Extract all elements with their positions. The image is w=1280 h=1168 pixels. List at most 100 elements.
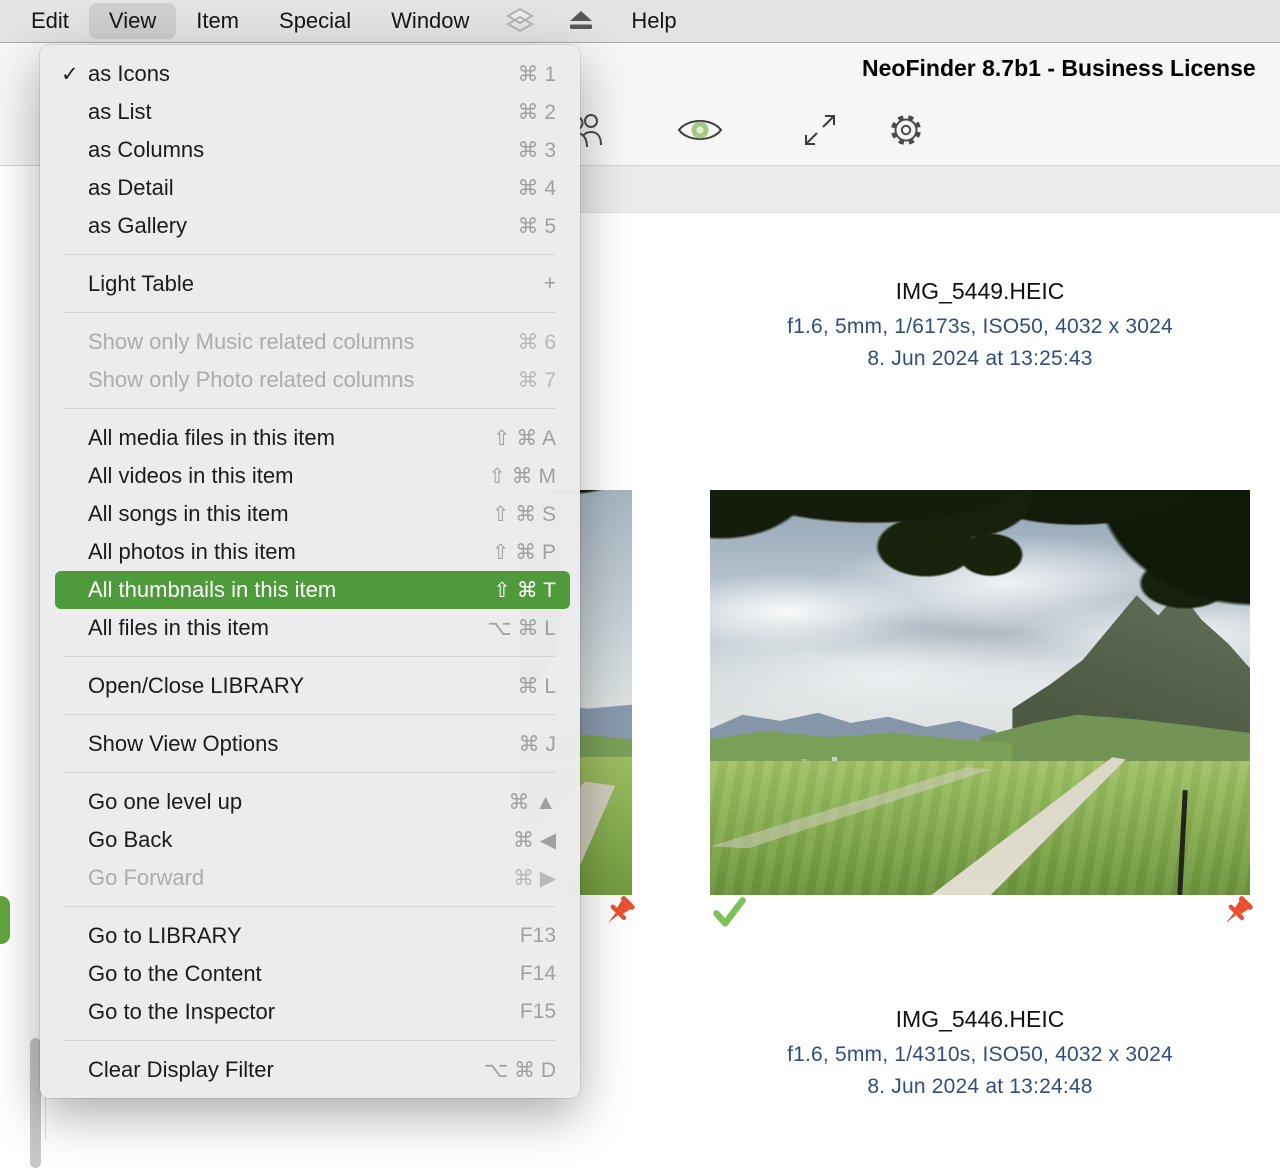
menu-item-shortcut: ⌘ 6	[517, 330, 556, 355]
eject-icon[interactable]	[551, 3, 611, 39]
menu-item-label: as Detail	[88, 175, 174, 201]
menu-separator	[65, 312, 555, 313]
menu-item-label: Go Forward	[88, 865, 204, 891]
menu-item-shortcut: ⇧ ⌘ S	[492, 502, 556, 527]
menu-item-all-files-in-this-item[interactable]: All files in this item⌥ ⌘ L	[40, 609, 580, 647]
screen: { "menu_bar": { "items": [ {"label":"Edi…	[0, 0, 1280, 1140]
menubar-item-help[interactable]: Help	[611, 3, 696, 39]
menu-item-all-songs-in-this-item[interactable]: All songs in this item ⇧ ⌘ S	[40, 495, 580, 533]
menu-item-shortcut: ⌘ 4	[517, 176, 556, 201]
gallery-item-caption: IMG_5446.HEIC f1.6, 5mm, 1/4310s, ISO50,…	[710, 1006, 1250, 1107]
layers-icon[interactable]	[489, 3, 551, 39]
menu-item-shortcut: ⌥ ⌘ D	[484, 1058, 556, 1083]
window-title: NeoFinder 8.7b1 - Business License	[862, 55, 1256, 82]
menu-separator	[65, 1040, 555, 1041]
menubar-item-view[interactable]: View	[89, 3, 176, 39]
menu-item-go-to-the-content[interactable]: Go to the Content F14	[40, 955, 580, 993]
menu-item-show-view-options[interactable]: Show View Options ⌘ J	[40, 725, 580, 763]
menu-item-label: All thumbnails in this item	[88, 577, 336, 603]
menubar-item-special[interactable]: Special	[259, 3, 371, 39]
menu-item-all-thumbnails-in-this-item[interactable]: All thumbnails in this item ⇧ ⌘ T	[55, 571, 570, 609]
menu-item-label: Show only Music related columns	[88, 329, 414, 355]
menu-item-go-back[interactable]: Go Back ⌘ ◀	[40, 821, 580, 859]
menu-item-label: as Gallery	[88, 213, 187, 239]
checkmark-icon: ✓	[61, 62, 88, 87]
menu-item-label: All photos in this item	[88, 539, 296, 565]
menu-item-label: Show View Options	[88, 731, 278, 757]
file-name[interactable]: IMG_5446.HEIC	[710, 1006, 1250, 1033]
menu-item-shortcut: ⇧ ⌘ T	[493, 578, 556, 603]
menu-item-label: All songs in this item	[88, 501, 289, 527]
menu-item-shortcut: F13	[520, 924, 556, 948]
photo-thumbnail[interactable]	[710, 490, 1250, 895]
eye-icon[interactable]	[676, 106, 724, 154]
sidebar-selected-item-edge[interactable]	[0, 896, 10, 944]
menu-item-label: All videos in this item	[88, 463, 293, 489]
menu-item-as-icons[interactable]: ✓as Icons ⌘ 1	[40, 55, 580, 93]
pin-icon	[601, 893, 639, 940]
menu-item-label: Go one level up	[88, 789, 242, 815]
menu-item-go-forward: Go Forward ⌘ ▶	[40, 859, 580, 897]
menu-item-shortcut: ⇧ ⌘ P	[492, 540, 556, 565]
menu-item-as-list[interactable]: as List ⌘ 2	[40, 93, 580, 131]
menu-item-shortcut: ⌘ ▲	[508, 790, 556, 815]
menu-bar: Edit View Item Special Window Help	[0, 0, 1280, 43]
exif-info: f1.6, 5mm, 1/4310s, ISO50, 4032 x 3024	[710, 1043, 1250, 1067]
menu-item-label: Go to LIBRARY	[88, 923, 242, 949]
menu-item-shortcut: F15	[520, 1000, 556, 1024]
menu-item-shortcut: ⌘ 1	[517, 62, 556, 87]
expand-icon[interactable]	[796, 106, 844, 154]
menu-item-shortcut: +	[544, 272, 556, 296]
menu-separator	[65, 408, 555, 409]
checkmark-icon	[711, 896, 748, 936]
menu-item-label: Light Table	[88, 271, 194, 297]
menu-item-clear-display-filter[interactable]: Clear Display Filter ⌥ ⌘ D	[40, 1051, 580, 1089]
menu-item-label: Open/Close LIBRARY	[88, 673, 304, 699]
menu-item-label: All media files in this item	[88, 425, 335, 451]
menu-item-shortcut: ⌘ J	[519, 732, 556, 757]
menu-item-label: as List	[88, 99, 152, 125]
file-date: 8. Jun 2024 at 13:25:43	[710, 347, 1250, 371]
menu-separator	[65, 254, 555, 255]
menu-item-shortcut: ⌘ ▶	[513, 866, 556, 891]
menu-item-shortcut: ⌘ 5	[517, 214, 556, 239]
menu-item-as-gallery[interactable]: as Gallery ⌘ 5	[40, 207, 580, 245]
menu-item-shortcut: F14	[520, 962, 556, 986]
menu-separator	[65, 714, 555, 715]
menu-item-shortcut: ⌘ ◀	[513, 828, 556, 853]
menu-item-show-only-music-related-columns: Show only Music related columns ⌘ 6	[40, 323, 580, 361]
menu-item-shortcut: ⌘ 2	[517, 100, 556, 125]
menu-item-label: Clear Display Filter	[88, 1057, 274, 1083]
exif-info: f1.6, 5mm, 1/6173s, ISO50, 4032 x 3024	[710, 315, 1250, 339]
gear-icon[interactable]	[882, 106, 930, 154]
menu-item-go-to-the-inspector[interactable]: Go to the Inspector F15	[40, 993, 580, 1031]
gallery-item-caption: IMG_5449.HEIC f1.6, 5mm, 1/6173s, ISO50,…	[710, 278, 1250, 379]
menu-item-go-one-level-up[interactable]: Go one level up ⌘ ▲	[40, 783, 580, 821]
menu-item-shortcut: ⌘ 3	[517, 138, 556, 163]
menu-item-shortcut: ⇧ ⌘ A	[493, 426, 556, 451]
menu-item-label: as Columns	[88, 137, 204, 163]
file-name[interactable]: IMG_5449.HEIC	[710, 278, 1250, 305]
menubar-item-item[interactable]: Item	[176, 3, 259, 39]
menu-item-light-table[interactable]: Light Table +	[40, 265, 580, 303]
pin-icon	[1219, 893, 1257, 940]
menu-item-shortcut: ⌘ L	[517, 674, 556, 699]
menu-item-label: Go to the Content	[88, 961, 262, 987]
menu-item-label: as Icons	[88, 61, 170, 87]
menubar-item-edit[interactable]: Edit	[11, 3, 89, 39]
menu-separator	[65, 772, 555, 773]
menu-item-shortcut: ⌥ ⌘ L	[487, 616, 556, 641]
menu-item-open-close-library[interactable]: Open/Close LIBRARY ⌘ L	[40, 667, 580, 705]
menu-item-go-to-library[interactable]: Go to LIBRARY F13	[40, 917, 580, 955]
menu-item-all-videos-in-this-item[interactable]: All videos in this item ⇧ ⌘ M	[40, 457, 580, 495]
menu-item-as-columns[interactable]: as Columns ⌘ 3	[40, 131, 580, 169]
menu-item-label: Go to the Inspector	[88, 999, 275, 1025]
menu-item-label: Show only Photo related columns	[88, 367, 415, 393]
menu-item-as-detail[interactable]: as Detail ⌘ 4	[40, 169, 580, 207]
menu-item-all-photos-in-this-item[interactable]: All photos in this item ⇧ ⌘ P	[40, 533, 580, 571]
menubar-item-window[interactable]: Window	[371, 3, 489, 39]
menu-item-shortcut: ⇧ ⌘ M	[488, 464, 556, 489]
menu-item-label: Go Back	[88, 827, 172, 853]
menu-item-show-only-photo-related-columns: Show only Photo related columns⌘ 7	[40, 361, 580, 399]
menu-item-all-media-files-in-this-item[interactable]: All media files in this item ⇧ ⌘ A	[40, 419, 580, 457]
